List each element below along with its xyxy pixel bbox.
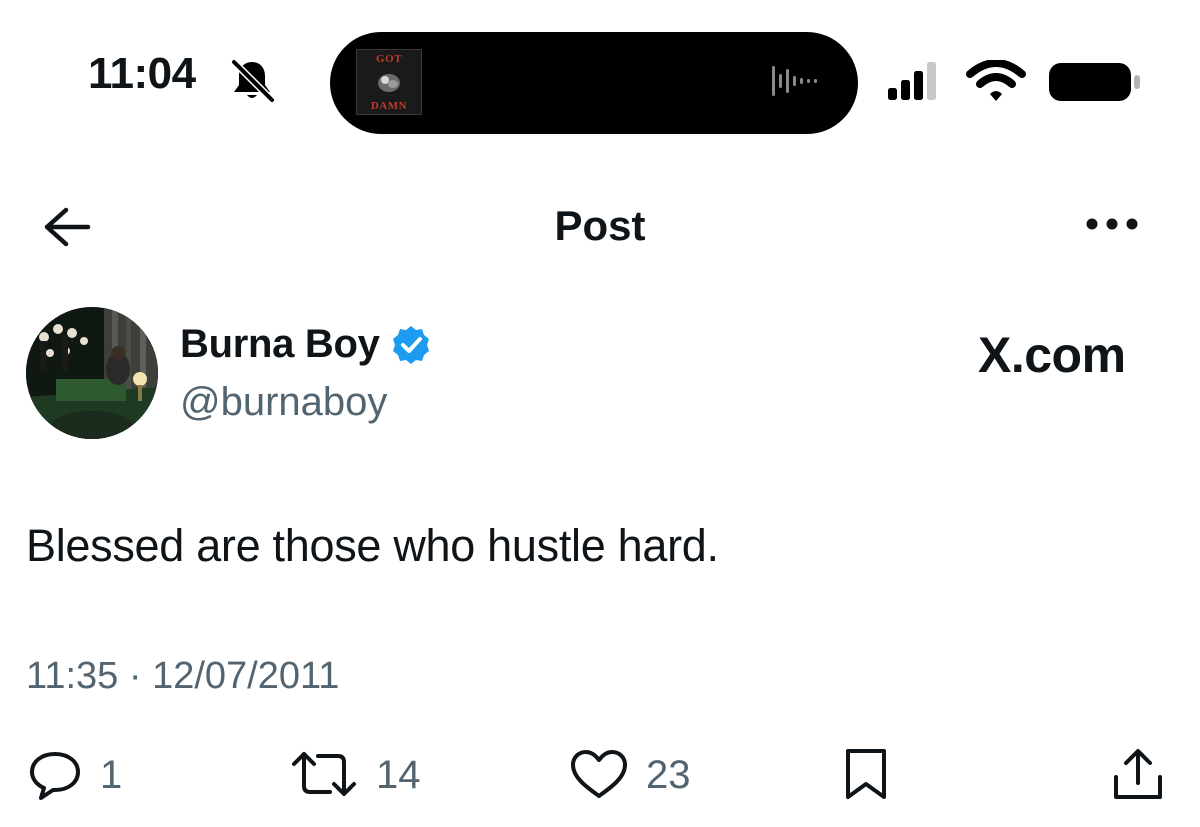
status-time: 11:04 [88, 49, 196, 98]
bookmark-button[interactable] [842, 748, 890, 802]
cellular-signal-icon [888, 62, 936, 100]
audio-waveform-icon [772, 66, 817, 96]
heart-icon [571, 750, 627, 798]
reply-count: 1 [100, 752, 123, 797]
like-count: 23 [646, 752, 691, 797]
post-time[interactable]: 11:35 [26, 655, 118, 697]
post-date[interactable]: 12/07/2011 [152, 655, 339, 697]
author-name-row[interactable]: Burna Boy [180, 322, 432, 367]
repost-icon [292, 752, 356, 796]
share-icon [1114, 749, 1162, 799]
reply-button[interactable]: 1 [26, 748, 122, 802]
wifi-icon [966, 60, 1026, 101]
like-button[interactable]: 23 [568, 748, 691, 802]
more-dots-icon[interactable] [1084, 214, 1140, 234]
album-art-figure [378, 74, 400, 92]
post-text: Blessed are those who hustle hard. [26, 520, 719, 571]
bell-slash-icon [230, 58, 276, 104]
brand-watermark: X.com [978, 327, 1126, 383]
share-button[interactable] [1110, 748, 1166, 802]
album-title-top: GOT [376, 53, 402, 65]
album-title-bottom: DAMN [370, 100, 408, 112]
battery-icon [1049, 63, 1140, 101]
repost-count: 14 [376, 752, 421, 797]
meta-separator: · [128, 655, 142, 697]
now-playing-album-art[interactable]: GOT DAMN [356, 49, 422, 115]
avatar[interactable] [26, 307, 158, 439]
bookmark-icon [846, 749, 886, 799]
reply-icon [30, 752, 80, 800]
page-title: Post [554, 202, 646, 249]
post-timestamp: 11:35 · 12/07/2011 [26, 655, 339, 698]
repost-button[interactable]: 14 [288, 748, 421, 802]
author-name: Burna Boy [180, 322, 380, 366]
avatar-image [26, 307, 158, 439]
verified-badge-icon [392, 325, 429, 364]
author-handle[interactable]: @burnaboy [180, 380, 387, 425]
